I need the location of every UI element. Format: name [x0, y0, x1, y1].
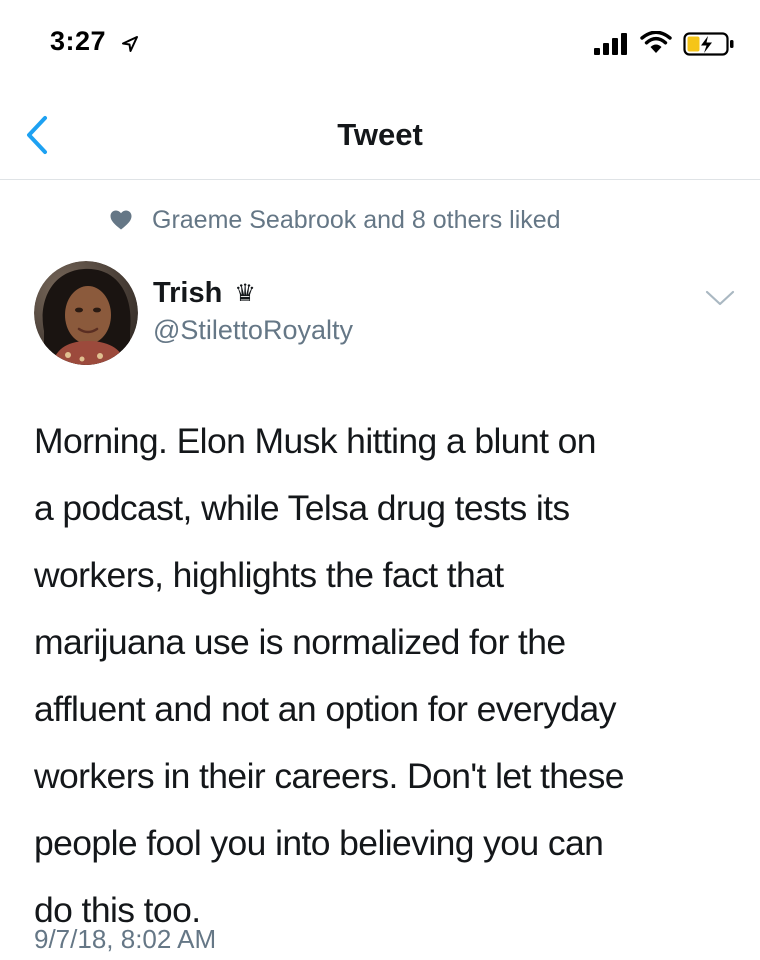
author-name: Trish — [153, 276, 223, 309]
wifi-icon — [640, 31, 672, 53]
cellular-signal-icon — [594, 33, 627, 55]
location-arrow-icon — [122, 36, 138, 52]
chevron-down-icon — [705, 290, 735, 306]
status-bar: 3:27 — [0, 0, 760, 92]
avatar-photo — [34, 261, 138, 365]
status-time: 3:27 — [50, 26, 107, 56]
tweet-text: Morning. Elon Musk hitting a blunt on a … — [34, 421, 624, 930]
avatar[interactable] — [34, 261, 138, 365]
heart-icon — [110, 210, 132, 230]
tweet-timestamp: 9/7/18, 8:02 AM — [34, 924, 217, 954]
crown-badge-icon: ♛ — [234, 279, 256, 307]
author-name-row[interactable]: Trish ♛ — [153, 275, 256, 311]
social-context-text: Graeme Seabrook and 8 others liked — [152, 205, 561, 234]
author-handle[interactable]: @StilettoRoyalty — [153, 314, 353, 348]
tweet-menu-button[interactable] — [703, 286, 737, 310]
battery-charging-icon — [683, 32, 734, 56]
nav-bar: Tweet — [0, 92, 760, 180]
social-context[interactable]: Graeme Seabrook and 8 others liked — [110, 204, 561, 236]
page-title: Tweet — [337, 117, 423, 152]
